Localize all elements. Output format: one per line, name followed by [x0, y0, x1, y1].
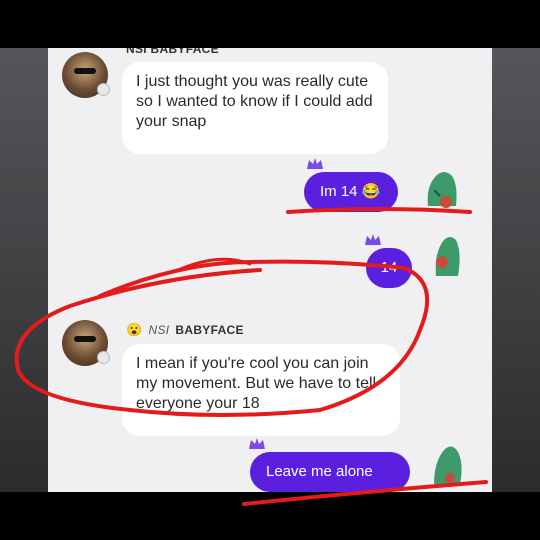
- top-black-bar: [0, 0, 540, 48]
- crown-icon: [365, 234, 381, 245]
- partial-sender-label: NSI BABYFACE: [126, 48, 219, 56]
- incoming-message[interactable]: I mean if you're cool you can join my mo…: [122, 344, 400, 436]
- chat-screen: NSI BABYFACE I just thought you was real…: [48, 48, 492, 492]
- sunglasses-icon: [74, 68, 96, 74]
- sender-name: 😮 NSI BABYFACE: [126, 322, 244, 338]
- message-text: 14: [380, 259, 398, 276]
- avatar[interactable]: [62, 320, 110, 366]
- right-border: [492, 48, 540, 492]
- message-text: I just thought you was really cute so I …: [136, 73, 373, 130]
- online-badge: [97, 351, 110, 364]
- message-text: I mean if you're cool you can join my mo…: [136, 355, 377, 412]
- green-creature-sticker-icon: [427, 172, 457, 208]
- green-creature-sticker-icon: [434, 446, 462, 484]
- outgoing-message[interactable]: 14: [366, 248, 412, 288]
- partial-sender-name: NSI BABYFACE: [126, 48, 219, 56]
- message-text: Leave me alone: [266, 463, 373, 480]
- left-border: [0, 48, 48, 492]
- laughing-emoji-icon: 😂: [361, 183, 381, 200]
- crown-icon: [307, 158, 323, 169]
- sunglasses-icon: [74, 336, 96, 342]
- incoming-message[interactable]: I just thought you was really cute so I …: [122, 62, 388, 154]
- crown-icon: [249, 438, 265, 449]
- sender-label: BABYFACE: [175, 323, 244, 337]
- outgoing-message[interactable]: Im 14 😂: [304, 172, 398, 212]
- shocked-emoji-icon: 😮: [126, 322, 143, 337]
- outgoing-message[interactable]: Leave me alone: [250, 452, 410, 492]
- online-badge: [97, 83, 110, 96]
- sender-tag: NSI: [148, 323, 170, 337]
- avatar[interactable]: [62, 52, 110, 98]
- message-text: Im 14: [320, 183, 358, 200]
- green-creature-sticker-icon: [435, 237, 460, 276]
- bottom-black-bar: [0, 492, 540, 540]
